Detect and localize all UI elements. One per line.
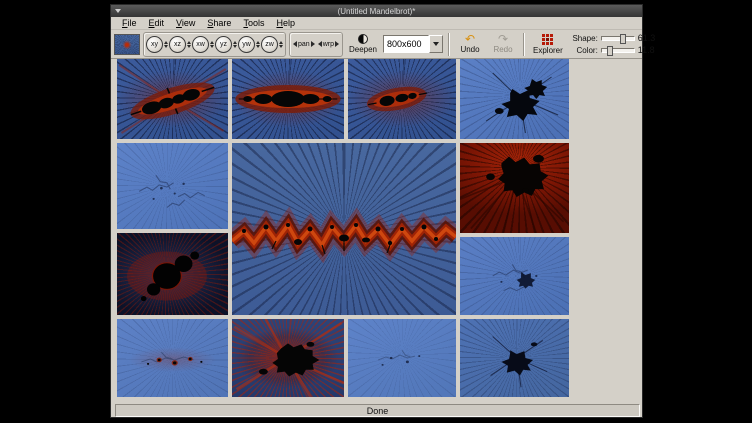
plane-button-yw[interactable]: yw xyxy=(238,36,260,53)
wrap-right-arrow-icon[interactable] xyxy=(335,41,339,47)
plane-button-group: xy xz xw yz yw xyxy=(143,32,286,57)
undo-label: Undo xyxy=(460,45,479,54)
spinner-arrows-icon[interactable] xyxy=(256,41,260,48)
window-title: (Untitled Mandelbrot)* xyxy=(338,7,416,16)
explorer-grid-icon xyxy=(542,34,553,45)
plane-button-yz[interactable]: yz xyxy=(215,36,237,53)
color-slider[interactable] xyxy=(601,48,635,53)
deepen-button[interactable]: Deepen xyxy=(346,31,380,57)
deepen-icon xyxy=(358,34,368,44)
spinner-arrows-icon[interactable] xyxy=(164,41,168,48)
plane-button-xy[interactable]: xy xyxy=(146,36,168,53)
fractal-preview xyxy=(348,319,456,397)
color-label: Color: xyxy=(569,46,598,55)
redo-icon: ↷ xyxy=(498,34,508,44)
plane-label-xy: xy xyxy=(146,36,163,53)
explorer-tile-mid-right[interactable] xyxy=(460,143,569,233)
plane-button-zw[interactable]: zw xyxy=(261,36,283,53)
menu-edit[interactable]: Edit xyxy=(143,17,171,29)
fractal-preview xyxy=(117,233,228,315)
resolution-select[interactable]: 800x600 xyxy=(383,35,443,53)
menubar: File Edit View Share Tools Help xyxy=(111,17,642,30)
status-progress-bar: Done xyxy=(115,404,640,417)
undo-icon: ↶ xyxy=(465,34,475,44)
chevron-down-icon xyxy=(433,42,439,46)
deepen-label: Deepen xyxy=(349,45,377,54)
fractal-preview xyxy=(232,143,456,315)
color-value: 11.8 xyxy=(638,45,660,55)
wrap-label: wrp xyxy=(323,41,334,48)
menu-tools[interactable]: Tools xyxy=(237,17,270,29)
explorer-tile-bottom-1[interactable] xyxy=(117,319,228,397)
resolution-value[interactable]: 800x600 xyxy=(383,35,429,53)
pan-right-arrow-icon[interactable] xyxy=(311,41,315,47)
fractal-preview xyxy=(117,319,228,397)
shape-slider[interactable] xyxy=(601,36,635,41)
redo-button[interactable]: ↷ Redo xyxy=(488,31,518,57)
toolbar-separator xyxy=(448,33,450,56)
explorer-button[interactable]: Explorer xyxy=(530,31,566,57)
fractal-preview xyxy=(232,319,344,397)
fractal-preview xyxy=(117,59,228,139)
app-window: (Untitled Mandelbrot)* File Edit View Sh… xyxy=(110,4,643,418)
explorer-tile-bottom-3[interactable] xyxy=(348,319,456,397)
toolbar-separator xyxy=(523,33,525,56)
plane-label-yw: yw xyxy=(238,36,255,53)
fractal-preview xyxy=(117,143,228,229)
wrap-control[interactable]: wrp xyxy=(317,36,340,53)
shape-color-controls: Shape: 61.3 Color: 11.8 xyxy=(569,33,660,55)
color-slider-thumb[interactable] xyxy=(607,46,613,56)
undo-button[interactable]: ↶ Undo xyxy=(455,31,485,57)
shape-value: 61.3 xyxy=(638,33,660,43)
explorer-tile-bottom-4[interactable] xyxy=(460,319,569,397)
spinner-arrows-icon[interactable] xyxy=(187,41,191,48)
fractal-preview xyxy=(348,59,456,139)
combo-dropdown-button[interactable] xyxy=(429,35,443,53)
explorer-tile-top-1[interactable] xyxy=(117,59,228,139)
redo-label: Redo xyxy=(493,45,512,54)
plane-label-yz: yz xyxy=(215,36,232,53)
shape-label: Shape: xyxy=(569,34,598,43)
explorer-tile-bottom-2[interactable] xyxy=(232,319,344,397)
menu-file[interactable]: File xyxy=(116,17,143,29)
fractal-preview xyxy=(460,143,569,233)
fractal-preview xyxy=(460,319,569,397)
fractal-preview xyxy=(232,59,344,139)
menu-help[interactable]: Help xyxy=(270,17,301,29)
fractal-preview xyxy=(460,59,569,139)
current-fractal-thumbnail[interactable] xyxy=(114,34,140,55)
spinner-arrows-icon[interactable] xyxy=(279,41,283,48)
menu-share[interactable]: Share xyxy=(201,17,237,29)
explorer-tile-top-4[interactable] xyxy=(460,59,569,139)
menu-view[interactable]: View xyxy=(170,17,201,29)
spinner-arrows-icon[interactable] xyxy=(210,41,214,48)
explorer-tile-center[interactable] xyxy=(232,143,456,315)
explorer-tile-lower-left[interactable] xyxy=(117,233,228,315)
explorer-tile-top-2[interactable] xyxy=(232,59,344,139)
explorer-tile-mid-left[interactable] xyxy=(117,143,228,229)
plane-label-zw: zw xyxy=(261,36,278,53)
desktop-background: (Untitled Mandelbrot)* File Edit View Sh… xyxy=(0,0,752,423)
plane-button-xz[interactable]: xz xyxy=(169,36,191,53)
pan-control[interactable]: pan xyxy=(292,36,316,53)
toolbar: xy xz xw yz yw xyxy=(111,30,642,59)
wrap-left-arrow-icon[interactable] xyxy=(318,41,322,47)
shape-slider-thumb[interactable] xyxy=(620,34,626,44)
explorer-tile-lower-right[interactable] xyxy=(460,237,569,315)
titlebar[interactable]: (Untitled Mandelbrot)* xyxy=(111,5,642,17)
pan-left-arrow-icon[interactable] xyxy=(293,41,297,47)
explorer-label: Explorer xyxy=(533,46,563,55)
fractal-preview xyxy=(460,237,569,315)
explorer-tile-top-3[interactable] xyxy=(348,59,456,139)
plane-label-xz: xz xyxy=(169,36,186,53)
pan-label: pan xyxy=(298,41,310,48)
spinner-arrows-icon[interactable] xyxy=(233,41,237,48)
window-menu-icon[interactable] xyxy=(113,7,122,15)
status-text: Done xyxy=(367,406,389,416)
pan-wrap-group: pan wrp xyxy=(289,32,343,57)
plane-button-xw[interactable]: xw xyxy=(192,36,214,53)
plane-label-xw: xw xyxy=(192,36,209,53)
